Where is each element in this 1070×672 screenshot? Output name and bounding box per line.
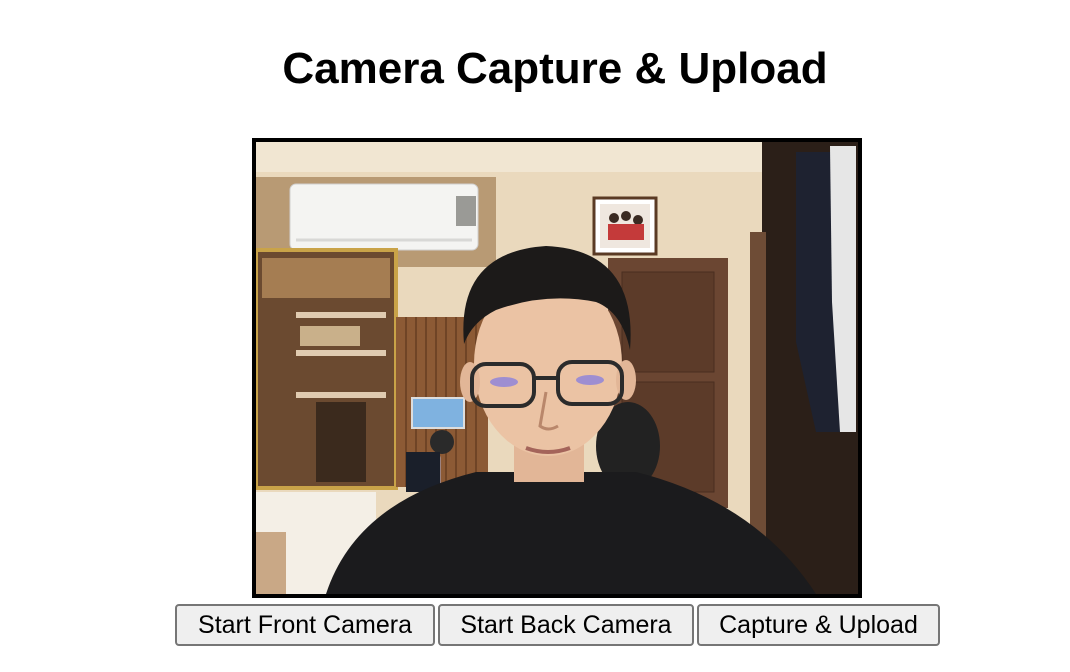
page-title: Camera Capture & Upload (282, 44, 828, 93)
start-back-camera-button[interactable]: Start Back Camera (438, 604, 694, 646)
capture-upload-button[interactable]: Capture & Upload (697, 604, 940, 646)
start-front-camera-button[interactable]: Start Front Camera (175, 604, 435, 646)
camera-controls: Start Front Camera Start Back Camera Cap… (175, 604, 940, 646)
camera-video-preview (252, 138, 862, 598)
camera-feed-image (256, 142, 858, 594)
